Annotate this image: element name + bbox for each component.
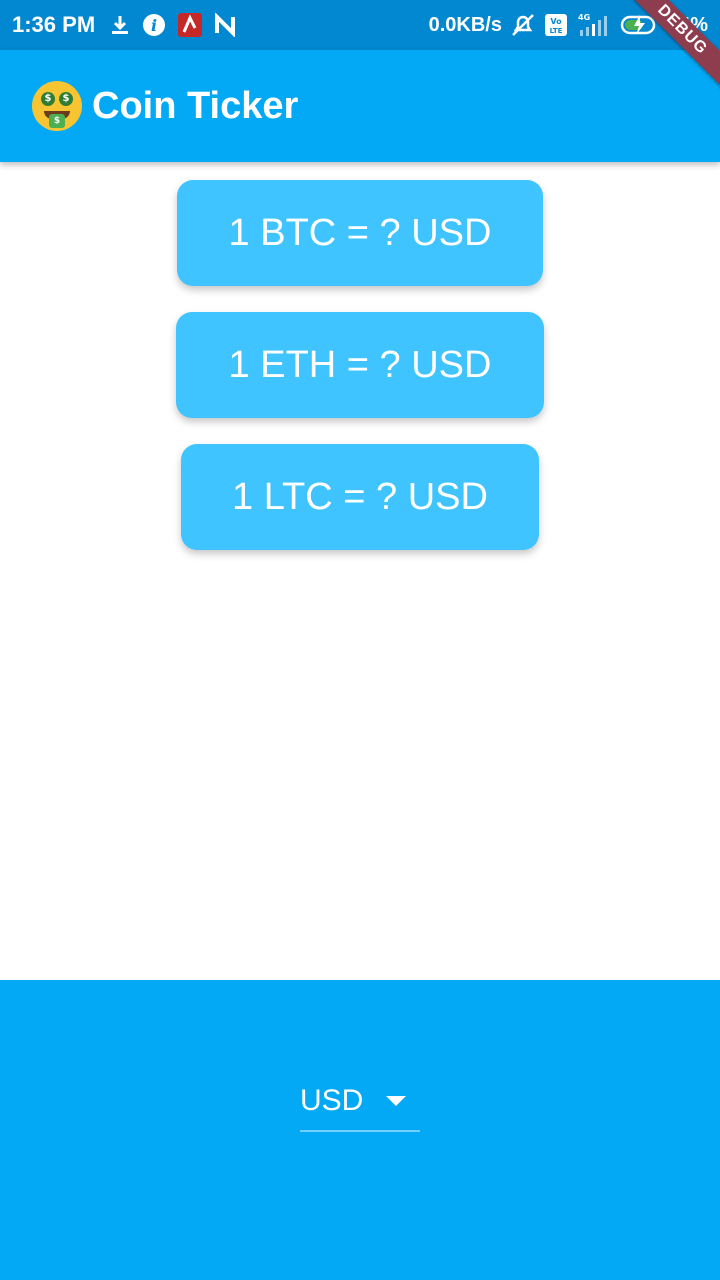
- mute-bell-icon: [510, 12, 536, 38]
- n-app-icon: [213, 13, 237, 37]
- dropdown-arrow-icon: [386, 1096, 406, 1106]
- signal-icon: 4G: [576, 12, 612, 38]
- page-title: Coin Ticker: [92, 84, 299, 127]
- ltc-rate-label: 1 LTC = ? USD: [232, 475, 488, 518]
- svg-text:Vo: Vo: [550, 17, 562, 26]
- volte-icon: Vo LTE: [544, 13, 568, 37]
- info-app-icon: i: [141, 12, 167, 38]
- currency-dropdown-value: USD: [300, 1084, 364, 1117]
- status-time: 1:36 PM: [12, 12, 96, 37]
- eth-rate-card: 1 ETH = ? USD: [176, 312, 544, 418]
- btc-rate-card: 1 BTC = ? USD: [177, 180, 543, 286]
- money-mouth-face-icon: $ $ $: [32, 81, 82, 131]
- app-logo-icon: [177, 12, 203, 38]
- svg-text:LTE: LTE: [550, 27, 563, 35]
- eth-rate-label: 1 ETH = ? USD: [228, 343, 492, 386]
- network-speed: 0.0KB/s: [428, 13, 502, 36]
- svg-text:4G: 4G: [578, 13, 590, 22]
- btc-rate-label: 1 BTC = ? USD: [228, 211, 492, 254]
- download-icon: [109, 14, 131, 36]
- app-bar: $ $ $ Coin Ticker: [0, 50, 720, 162]
- currency-dropdown[interactable]: USD: [300, 1080, 420, 1132]
- notification-icons: i: [109, 12, 237, 38]
- status-bar: 1:36 PM i 0.0KB/s VoLTE 4G 64%: [0, 0, 720, 50]
- svg-text:i: i: [151, 16, 157, 35]
- ltc-rate-card: 1 LTC = ? USD: [181, 444, 539, 550]
